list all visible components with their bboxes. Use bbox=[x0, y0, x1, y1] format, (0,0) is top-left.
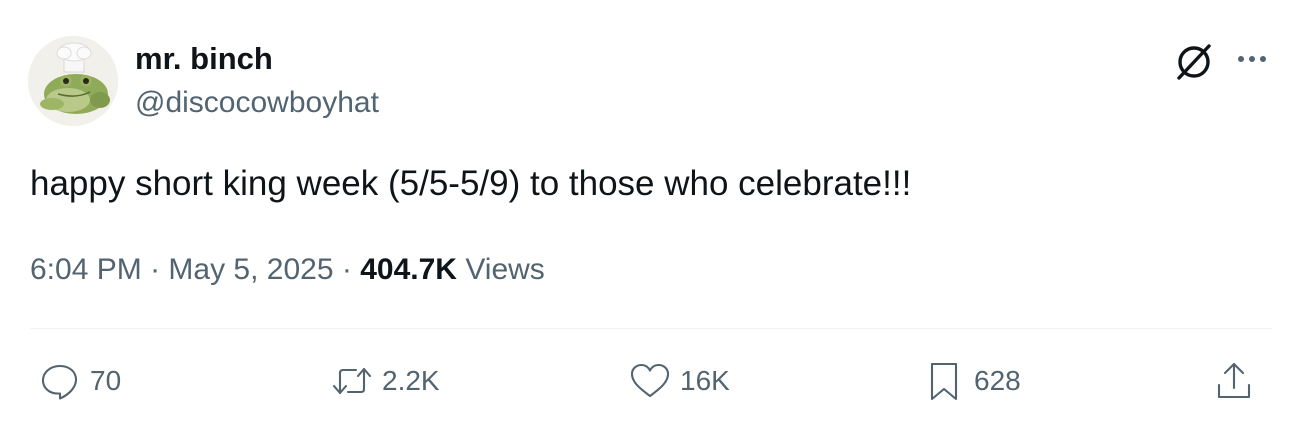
avatar[interactable] bbox=[28, 36, 118, 126]
bookmark-count: 628 bbox=[974, 365, 1021, 396]
bookmark-button[interactable]: 628 bbox=[922, 356, 1021, 406]
tweet-text: happy short king week (5/5-5/9) to those… bbox=[30, 164, 912, 203]
share-button[interactable] bbox=[1212, 356, 1264, 406]
repost-icon bbox=[332, 367, 372, 395]
grok-icon[interactable] bbox=[1172, 40, 1216, 84]
heart-icon bbox=[630, 363, 670, 398]
views-label: Views bbox=[465, 253, 545, 286]
tweet-meta: 6:04 PM · May 5, 2025 · 404.7K Views bbox=[30, 250, 545, 290]
repost-button[interactable]: 2.2K bbox=[330, 356, 440, 406]
bookmark-icon bbox=[930, 362, 958, 401]
tweet-date[interactable]: May 5, 2025 bbox=[168, 253, 333, 286]
tweet-time[interactable]: 6:04 PM bbox=[30, 253, 142, 286]
reply-button[interactable]: 70 bbox=[38, 356, 121, 406]
share-icon bbox=[1217, 362, 1251, 399]
author-handle[interactable]: @discocowboyhat bbox=[135, 84, 379, 122]
repost-count: 2.2K bbox=[382, 365, 440, 396]
frog-avatar-image bbox=[28, 36, 118, 126]
more-options-icon[interactable] bbox=[1232, 48, 1272, 70]
views-count: 404.7K bbox=[360, 253, 457, 286]
separator: · bbox=[341, 253, 352, 286]
like-button[interactable]: 16K bbox=[628, 356, 730, 406]
author-display-name[interactable]: mr. binch bbox=[135, 40, 273, 78]
reply-icon bbox=[41, 364, 78, 400]
separator: · bbox=[150, 253, 161, 286]
divider bbox=[30, 328, 1272, 329]
reply-count: 70 bbox=[90, 365, 122, 396]
like-count: 16K bbox=[680, 365, 730, 396]
